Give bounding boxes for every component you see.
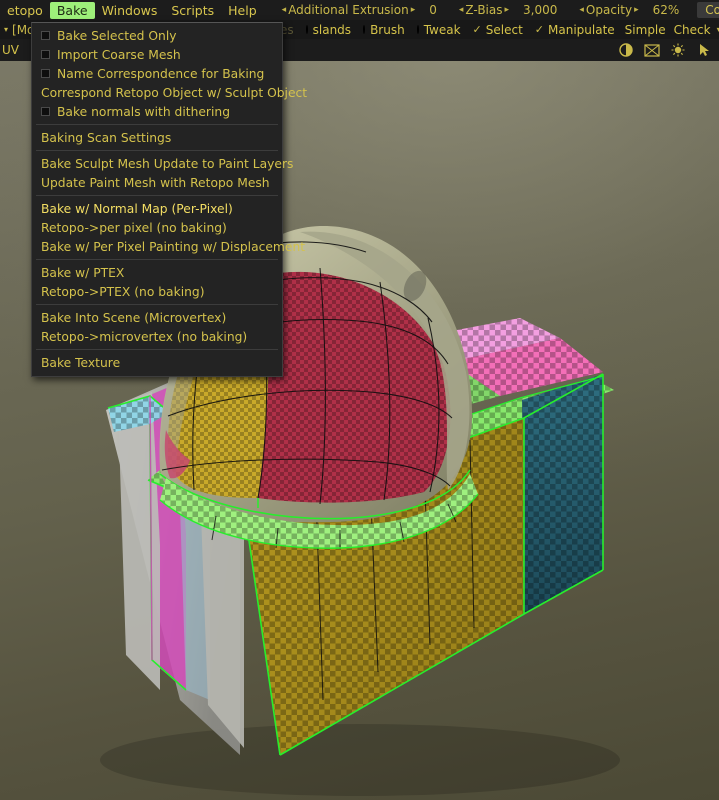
param-z-bias-value[interactable]: 3,000	[513, 3, 567, 17]
bake-menu-item-label: Bake w/ Normal Map (Per-Pixel)	[41, 201, 233, 216]
param-additional-extrusion-value[interactable]: 0	[419, 3, 447, 17]
chevron-left-icon[interactable]: ◂	[282, 5, 287, 15]
bake-menu-item-label: Correspond Retopo Object w/ Sculpt Objec…	[41, 85, 308, 100]
menu-separator	[36, 195, 278, 196]
checkbox-icon[interactable]	[41, 69, 50, 78]
bake-menu-item[interactable]: Baking Scan Settings	[32, 128, 282, 147]
bake-menu-item[interactable]: Bake Sculpt Mesh Update to Paint Layers	[32, 154, 293, 173]
bake-menu-item-label: Bake normals with dithering	[57, 104, 231, 119]
bake-menu-item[interactable]: Name Correspondence for Baking	[32, 64, 282, 83]
bake-menu-item[interactable]: Retopo->per pixel (no baking)	[32, 218, 282, 237]
bake-menu-item[interactable]: Import Coarse Mesh	[32, 45, 282, 64]
check-icon: ✓	[534, 23, 545, 36]
bake-menu-item-label: Bake Sculpt Mesh Update to Paint Layers	[41, 156, 294, 171]
chevron-right-icon[interactable]: ▸	[634, 5, 639, 15]
bake-menu-item[interactable]: Bake Selected Only	[32, 26, 282, 45]
bake-menu-item[interactable]: Retopo->PTEX (no baking)	[32, 282, 282, 301]
bake-menu-item-label: Bake Selected Only	[57, 28, 177, 43]
contrast-icon[interactable]	[617, 41, 635, 59]
menu-separator	[36, 124, 278, 125]
bake-menu-item-label: Bake Texture	[41, 355, 121, 370]
bake-menu-item-label: Update Paint Mesh with Retopo Mesh	[41, 175, 270, 190]
tool-check[interactable]: Check	[674, 23, 711, 37]
checkbox-icon[interactable]	[41, 31, 50, 40]
tool-manipulate[interactable]: Manipulate	[548, 23, 615, 37]
bake-menu-item-label: Retopo->per pixel (no baking)	[41, 220, 227, 235]
bake-menu-item[interactable]: Bake w/ Per Pixel Painting w/ Displaceme…	[32, 237, 305, 256]
cursor-icon[interactable]	[695, 41, 713, 59]
bake-menu-item-label: Bake w/ PTEX	[41, 265, 125, 280]
param-opacity[interactable]: ◂ Opacity ▸	[575, 3, 642, 17]
bake-menu-item-label: Baking Scan Settings	[41, 130, 172, 145]
bake-menu-item[interactable]: Bake Texture	[32, 353, 282, 372]
param-opacity-value[interactable]: 62%	[643, 3, 690, 17]
colors-button[interactable]: Colors	[697, 2, 719, 18]
bake-menu-item-label: Bake Into Scene (Microvertex)	[41, 310, 227, 325]
bake-menu-item[interactable]: Bake w/ Normal Map (Per-Pixel)	[32, 199, 282, 218]
param-additional-extrusion[interactable]: ◂ Additional Extrusion ▸	[278, 3, 420, 17]
light-bulb-icon[interactable]	[669, 41, 687, 59]
filled-circle-icon	[363, 25, 366, 34]
bake-menu-item[interactable]: Bake w/ PTEX	[32, 263, 282, 282]
param-label: Additional Extrusion	[288, 3, 409, 17]
bake-menu-item-label: Import Coarse Mesh	[57, 47, 181, 62]
chevron-left-icon[interactable]: ◂	[459, 5, 464, 15]
tool-tweak[interactable]: Tweak	[424, 23, 461, 37]
menu-item-scripts[interactable]: Scripts	[164, 2, 221, 19]
chevron-right-icon[interactable]: ▸	[505, 5, 510, 15]
chevron-left-icon[interactable]: ◂	[579, 5, 584, 15]
filled-circle-icon	[305, 25, 308, 34]
chevron-down-icon[interactable]: ▾	[4, 25, 8, 34]
bake-dropdown-menu[interactable]: Bake Selected Only Import Coarse Mesh Name…	[31, 22, 307, 377]
menu-separator	[36, 304, 278, 305]
bake-menu-item[interactable]: Bake Into Scene (Microvertex)	[32, 308, 282, 327]
param-z-bias[interactable]: ◂ Z-Bias ▸	[455, 3, 513, 17]
filled-circle-icon	[416, 25, 419, 34]
app-root: etopo Bake Windows Scripts Help ◂ Additi…	[0, 0, 719, 800]
menu-separator	[36, 259, 278, 260]
tool-simple[interactable]: Simple	[625, 23, 666, 37]
menu-item-help[interactable]: Help	[221, 2, 264, 19]
uv-label[interactable]: UV	[0, 43, 19, 57]
bake-menu-item-label: Bake w/ Per Pixel Painting w/ Displaceme…	[41, 239, 306, 254]
menu-item-bake[interactable]: Bake	[49, 1, 95, 19]
bake-menu-item[interactable]: Bake normals with dithering	[32, 102, 282, 121]
uv-grid-icon[interactable]	[643, 41, 661, 59]
bake-menu-item[interactable]: Update Paint Mesh with Retopo Mesh	[32, 173, 282, 192]
bake-menu-item-label: Retopo->PTEX (no baking)	[41, 284, 205, 299]
menu-item-retopo[interactable]: etopo	[0, 2, 50, 19]
menu-bar[interactable]: etopo Bake Windows Scripts Help ◂ Additi…	[0, 0, 719, 20]
bake-menu-item[interactable]: Retopo->microvertex (no baking)	[32, 327, 282, 346]
chevron-right-icon[interactable]: ▸	[411, 5, 416, 15]
menu-separator	[36, 150, 278, 151]
bake-menu-item-label: Retopo->microvertex (no baking)	[41, 329, 248, 344]
checkbox-icon[interactable]	[41, 107, 50, 116]
bake-menu-item[interactable]: Correspond Retopo Object w/ Sculpt Objec…	[32, 83, 307, 102]
tool-select[interactable]: Select	[486, 23, 523, 37]
check-icon: ✓	[472, 23, 482, 36]
tool-brush[interactable]: Brush	[370, 23, 405, 37]
param-label: Opacity	[585, 3, 633, 17]
param-label: Z-Bias	[465, 3, 503, 17]
bake-menu-item-label: Name Correspondence for Baking	[57, 66, 265, 81]
menu-item-windows[interactable]: Windows	[95, 2, 165, 19]
selection-mode-islands[interactable]: slands	[313, 23, 351, 37]
menu-separator	[36, 349, 278, 350]
checkbox-icon[interactable]	[41, 50, 50, 59]
